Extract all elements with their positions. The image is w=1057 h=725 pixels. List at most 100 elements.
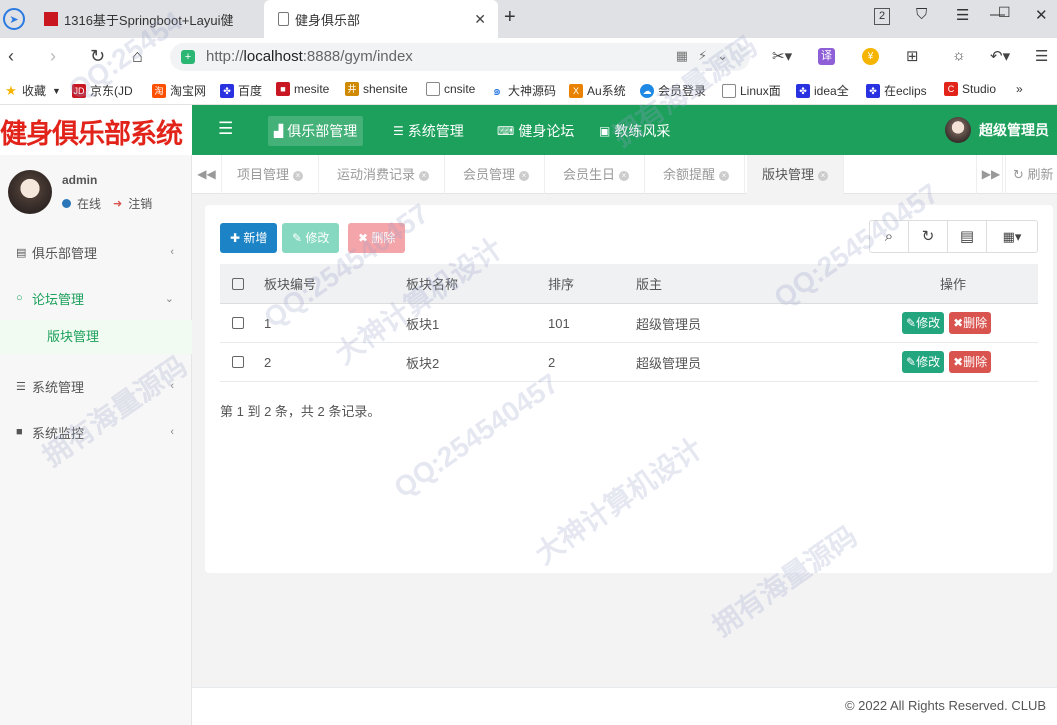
url-text: http://localhost:8888/gym/index [206,48,413,65]
hamburger-menu-icon[interactable]: ☰ [218,119,233,139]
row-delete-button[interactable]: ✖删除 [949,312,992,334]
logout-icon[interactable]: ➜ [113,197,122,210]
sidebar-item-monitor[interactable]: ■ 系统监控 ‹ [0,420,192,444]
delete-button[interactable]: ✖ 删除 [348,223,406,253]
bookmark-favorites[interactable]: ★ 收藏 ▼ [4,82,61,99]
tab-project[interactable]: 项目管理 × [222,155,320,194]
sidebar-item-club[interactable]: ▤ 俱乐部管理 ‹ [0,240,192,264]
brightness-icon[interactable]: ☼ [952,47,966,64]
browser-menu-icon[interactable]: ☰ [1035,47,1048,65]
star-icon: ★ [5,82,17,98]
url-actions[interactable]: ▦⚡⌄ [676,48,738,64]
close-window-button[interactable]: ✕ [1035,6,1048,24]
cell-owner: 超级管理员 [636,355,702,371]
cell-name: 板块1 [406,316,440,332]
forward-icon[interactable]: › [50,46,56,67]
add-button[interactable]: ✚ 新增 [220,223,278,253]
browser-tab-title: 1316基于Springboot+Layui健 [64,12,234,28]
chevron-left-icon: ‹ [170,380,174,392]
bookmark-linux[interactable]: Linux面 [722,82,781,99]
tab-count-badge[interactable]: 2 [874,8,890,25]
bookmark-idea[interactable]: ✤ idea全 [796,82,849,99]
bookmark-shensite[interactable]: 井 shensite [345,82,408,96]
bookmark-au[interactable]: X Au系统 [569,82,626,99]
table-row[interactable]: 1 板块1 101 超级管理员 ✎修改 ✖删除 [220,304,1038,343]
close-icon[interactable]: × [818,170,829,181]
nav-coach-showcase[interactable]: ▣ 教练风采 [593,116,676,146]
row-checkbox[interactable] [232,317,244,329]
row-checkbox[interactable] [232,356,244,368]
home-icon[interactable]: ⌂ [132,46,143,67]
reload-icon[interactable]: ↻ [90,46,105,67]
columns-icon[interactable]: ▦▾ [987,221,1037,252]
bookmark-mesite[interactable]: ■ mesite [276,82,329,96]
close-icon[interactable]: × [719,170,730,181]
search-icon[interactable]: ⌕ [870,221,909,252]
close-icon[interactable]: × [419,170,430,181]
tab-board[interactable]: 版块管理 × [747,155,845,194]
bookmark-studio[interactable]: C Studio [944,82,996,96]
bookmark-eclipse[interactable]: ✤ 在eclips [866,82,927,99]
scissors-icon[interactable]: ✂▾ [772,47,792,65]
menu-icon[interactable]: ☰ [956,6,969,24]
col-header-name[interactable]: 板块名称 [406,274,548,293]
refresh-icon[interactable]: ↻ [909,221,948,252]
cloud-icon: ☁ [640,83,654,98]
nav-system-management[interactable]: ☰ 系统管理 [387,116,470,146]
back-icon[interactable]: ‹ [8,46,14,67]
tabs-scroll-left-icon[interactable]: ◀◀ [192,155,222,194]
close-icon[interactable]: × [619,170,630,181]
browser-logo-icon[interactable]: ➤ [3,8,25,30]
more-bookmarks-icon[interactable]: » [1016,82,1023,96]
bookmark-baidu[interactable]: ✤ 百度 [220,82,262,99]
browser-tab-1[interactable]: 1316基于Springboot+Layui健 [36,0,264,38]
cell-name: 板块2 [406,355,440,371]
row-delete-button[interactable]: ✖删除 [949,351,992,373]
undo-icon[interactable]: ↶▾ [990,47,1010,65]
browser-tab-2[interactable]: 健身俱乐部 ✕ [264,0,498,38]
bookmark-cnsite[interactable]: cnsite [426,82,475,96]
edit-icon: ✎ [292,231,303,245]
new-tab-button[interactable]: + [504,6,516,29]
logout-link[interactable]: 注销 [128,195,152,212]
close-icon[interactable]: × [519,170,530,181]
row-edit-button[interactable]: ✎修改 [902,351,945,373]
col-header-sort[interactable]: 排序 [548,274,636,293]
tab-birthday[interactable]: 会员生日 × [548,155,646,194]
avatar [8,170,52,214]
row-edit-button[interactable]: ✎修改 [902,312,945,334]
paw-icon: ✤ [796,83,810,98]
list-view-icon[interactable]: ▤ [948,221,987,252]
cell-actions: ✎修改 ✖删除 [868,351,1038,373]
close-icon[interactable]: × [293,170,304,181]
sidebar-item-system[interactable]: ☰ 系统管理 ‹ [0,374,192,398]
select-all-checkbox[interactable] [232,277,244,290]
translate-icon[interactable]: 译 [818,48,835,65]
cell-id: 2 [264,354,272,370]
tab-member[interactable]: 会员管理 × [448,155,546,194]
shirt-icon[interactable]: ⛉ [916,6,927,23]
paw-icon: ✤ [866,83,880,98]
tab-consumption[interactable]: 运动消费记录 × [322,155,446,194]
sidebar-subitem-board[interactable]: 版块管理 [0,320,192,354]
bookmark-jd[interactable]: JD 京东(JD [72,82,133,99]
bookmark-member[interactable]: ☁ 会员登录 [640,82,706,99]
grid-icon[interactable]: ⊞ [906,47,919,65]
tab-balance[interactable]: 余额提醒 × [648,155,746,194]
col-header-owner[interactable]: 版主 [636,274,868,293]
refresh-button[interactable]: ↻ 刷新 [1002,155,1057,194]
table-row[interactable]: 2 板块2 2 超级管理员 ✎修改 ✖删除 [220,343,1038,382]
maximize-button[interactable]: ☐ [998,4,1011,21]
header-user[interactable]: 超级管理员 [945,117,1049,143]
coin-icon[interactable]: ¥ [862,48,879,65]
close-tab-icon[interactable]: ✕ [474,11,486,28]
col-header-id[interactable]: 板块编号 [264,274,406,293]
sidebar-item-forum[interactable]: ○ 论坛管理 ⌄ [0,286,192,310]
edit-icon: ✎ [906,355,917,369]
bookmark-taobao[interactable]: 淘淘宝网 [152,82,206,99]
nav-fitness-forum[interactable]: ⌨ 健身论坛 [491,116,580,146]
url-field[interactable]: + http://localhost:8888/gym/index ▦⚡⌄ [170,43,750,71]
bookmark-dashen[interactable]: ๑大神源码 [490,82,556,99]
nav-club-management[interactable]: ▟ 俱乐部管理 [268,116,364,146]
edit-button[interactable]: ✎ 修改 [282,223,340,253]
